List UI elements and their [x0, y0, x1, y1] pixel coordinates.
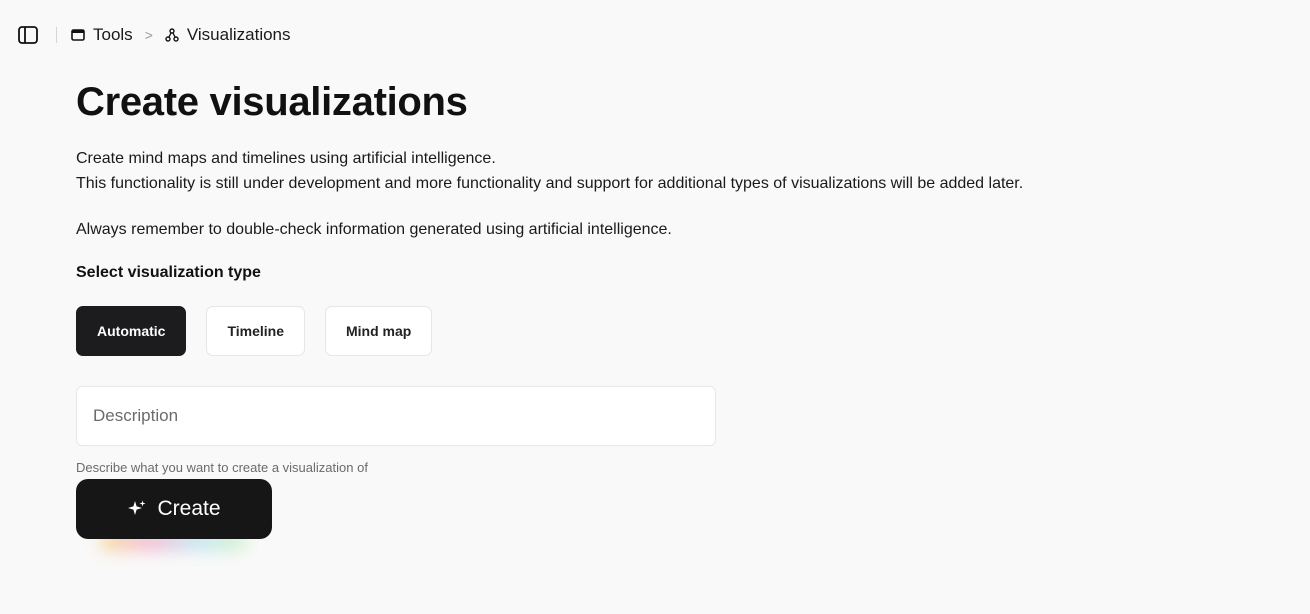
nodes-icon — [165, 28, 179, 42]
type-option-timeline[interactable]: Timeline — [206, 306, 305, 356]
create-button-label: Create — [157, 497, 221, 520]
window-icon — [71, 29, 85, 41]
type-option-automatic[interactable]: Automatic — [76, 306, 187, 356]
breadcrumb-label-visualizations: Visualizations — [186, 25, 291, 44]
breadcrumb-label-tools: Tools — [93, 25, 133, 44]
intro-text: Create mind maps and timelines using art… — [76, 146, 1296, 196]
sidebar-panel-icon — [18, 26, 38, 44]
visualization-type-label: Select visualization type — [76, 264, 261, 281]
create-button[interactable]: Create — [76, 479, 272, 539]
breadcrumb-item-visualizations[interactable]: Visualizations — [165, 25, 291, 45]
type-option-mind-map[interactable]: Mind map — [325, 306, 433, 356]
visualization-type-selector: Automatic Timeline Mind map — [76, 306, 1296, 356]
topbar-divider — [56, 27, 57, 43]
sparkle-icon — [128, 500, 146, 515]
create-button-wrapper: Create — [76, 479, 272, 551]
intro-line-2: This functionality is still under develo… — [76, 175, 1024, 192]
ai-reminder-text: Always remember to double-check informat… — [76, 221, 672, 238]
breadcrumb: Tools > Visualizations — [71, 25, 291, 45]
breadcrumb-separator: > — [144, 27, 153, 43]
description-input[interactable] — [76, 386, 716, 446]
intro-line-1: Create mind maps and timelines using art… — [76, 150, 496, 167]
sidebar-toggle-button[interactable] — [16, 23, 40, 47]
page-title: Create visualizations — [76, 80, 468, 124]
description-hint: Describe what you want to create a visua… — [76, 460, 368, 475]
main-content: Create visualizations Create mind maps a… — [76, 76, 1296, 551]
top-bar: Tools > Visualizations — [16, 22, 291, 48]
breadcrumb-item-tools[interactable]: Tools — [71, 25, 133, 45]
